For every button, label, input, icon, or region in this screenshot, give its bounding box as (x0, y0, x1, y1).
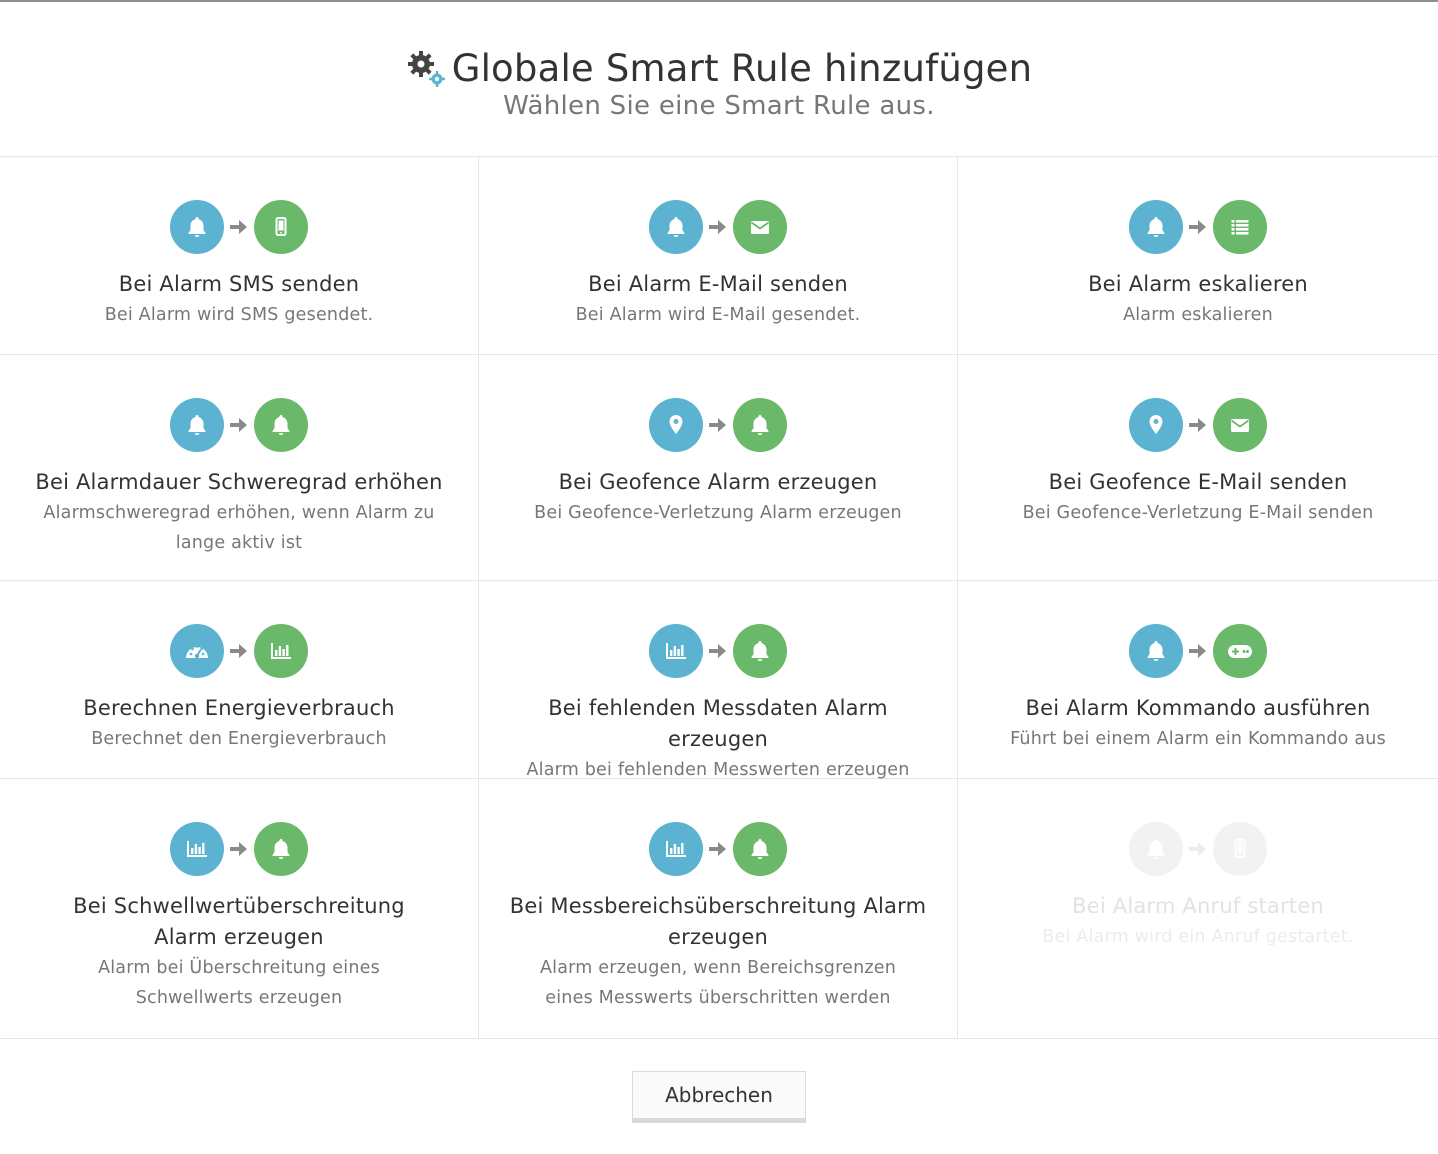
bar-chart-icon (254, 624, 308, 678)
cancel-button[interactable]: Abbrechen (632, 1071, 806, 1123)
map-marker-icon (1129, 398, 1183, 452)
dialog-footer: Abbrechen (0, 1071, 1438, 1123)
rule-row: Bei Alarmdauer Schweregrad erhöhen Alarms… (0, 355, 1438, 581)
rule-description: Alarm eskalieren (1123, 305, 1273, 325)
rule-icons (479, 397, 957, 453)
bell-icon (1129, 624, 1183, 678)
rule-card: Bei Alarm Anruf starten Bei Alarm wird ei… (958, 779, 1438, 1038)
arrow-right-icon (703, 218, 733, 236)
bell-icon (170, 200, 224, 254)
arrow-right-icon (703, 642, 733, 660)
dialog-title-row: Globale Smart Rule hinzufügen (0, 47, 1438, 91)
bell-icon (733, 624, 787, 678)
envelope-icon (1213, 398, 1267, 452)
rule-card[interactable]: Bei Alarm E-Mail senden Bei Alarm wird E-… (479, 157, 958, 354)
rule-icons (0, 397, 478, 453)
rule-card[interactable]: Bei Alarmdauer Schweregrad erhöhen Alarms… (0, 355, 479, 580)
phone-icon (254, 200, 308, 254)
rule-title: Bei Alarm Anruf starten (1072, 894, 1324, 918)
rule-card[interactable]: Bei Alarm eskalieren Alarm eskalieren (958, 157, 1438, 354)
rule-icons (479, 821, 957, 877)
list-icon (1213, 200, 1267, 254)
rule-row: Bei Schwellwertüberschreitung Alarm erze… (0, 779, 1438, 1039)
rule-title: Bei Alarm Kommando ausführen (1025, 696, 1371, 720)
arrow-right-icon (224, 416, 254, 434)
rule-title: Bei Alarm eskalieren (1088, 272, 1308, 296)
rule-icons (958, 623, 1438, 679)
rule-description: Bei Geofence-Verletzung E-Mail senden (1022, 503, 1374, 523)
map-marker-icon (649, 398, 703, 452)
gauge-icon (170, 624, 224, 678)
rule-card[interactable]: Bei Messbereichsüberschreitung Alarm erz… (479, 779, 958, 1038)
arrow-right-icon (224, 840, 254, 858)
bell-icon (1129, 822, 1183, 876)
arrow-right-icon (1183, 218, 1213, 236)
arrow-right-icon (1183, 642, 1213, 660)
bar-chart-icon (649, 624, 703, 678)
rule-title: Berechnen Energieverbrauch (83, 696, 395, 720)
rule-icons (958, 199, 1438, 255)
bell-icon (254, 398, 308, 452)
arrow-right-icon (1183, 840, 1213, 858)
envelope-icon (733, 200, 787, 254)
rule-card[interactable]: Bei Schwellwertüberschreitung Alarm erze… (0, 779, 479, 1038)
arrow-right-icon (703, 416, 733, 434)
rule-title: Bei Geofence E-Mail senden (1048, 470, 1348, 494)
bell-icon (1129, 200, 1183, 254)
rule-title: Bei Schwellwertüberschreitung Alarm erze… (73, 894, 405, 949)
smart-rule-dialog: Globale Smart Rule hinzufügen Wählen Sie… (0, 0, 1438, 1154)
rule-icons (479, 199, 957, 255)
rule-icons (0, 623, 478, 679)
rule-grid: Bei Alarm SMS senden Bei Alarm wird SMS g… (0, 156, 1438, 1039)
bell-icon (170, 398, 224, 452)
dialog-subtitle: Wählen Sie eine Smart Rule aus. (503, 91, 935, 121)
arrow-right-icon (224, 218, 254, 236)
dialog-header: Globale Smart Rule hinzufügen Wählen Sie… (0, 2, 1438, 156)
rule-card[interactable]: Bei Geofence E-Mail senden Bei Geofence-V… (958, 355, 1438, 580)
rule-title: Bei Messbereichsüberschreitung Alarm erz… (509, 894, 927, 949)
rule-row: Berechnen Energieverbrauch Berechnet den … (0, 581, 1438, 780)
bell-icon (733, 822, 787, 876)
rule-description: Alarm bei Überschreitung eines Schwellwe… (98, 958, 380, 1008)
rule-description: Bei Alarm wird SMS gesendet. (104, 305, 374, 325)
rule-icons (958, 821, 1438, 877)
gears-icon (406, 49, 446, 89)
rule-card[interactable]: Bei Alarm Kommando ausführen Führt bei ei… (958, 581, 1438, 778)
arrow-right-icon (703, 840, 733, 858)
gamepad-icon (1213, 624, 1267, 678)
bar-chart-icon (170, 822, 224, 876)
bell-icon (254, 822, 308, 876)
rule-title: Bei Geofence Alarm erzeugen (558, 470, 878, 494)
arrow-right-icon (224, 642, 254, 660)
phone-icon (1213, 822, 1267, 876)
rule-description: Führt bei einem Alarm ein Kommando aus (1010, 729, 1386, 749)
rule-row: Bei Alarm SMS senden Bei Alarm wird SMS g… (0, 157, 1438, 355)
rule-description: Alarmschweregrad erhöhen, wenn Alarm zu … (43, 503, 435, 553)
rule-description: Bei Alarm wird E-Mail gesendet. (575, 305, 861, 325)
rule-card[interactable]: Bei fehlenden Messdaten Alarm erzeugen Al… (479, 581, 958, 780)
rule-icons (0, 199, 478, 255)
bell-icon (649, 200, 703, 254)
arrow-right-icon (1183, 416, 1213, 434)
rule-icons (958, 397, 1438, 453)
rule-title: Bei Alarm SMS senden (118, 272, 360, 296)
rule-title: Bei Alarm E-Mail senden (588, 272, 848, 296)
rule-icons (479, 623, 957, 679)
rule-description: Berechnet den Energieverbrauch (91, 729, 387, 749)
rule-description: Bei Alarm wird ein Anruf gestartet. (1042, 927, 1354, 947)
rule-card[interactable]: Bei Geofence Alarm erzeugen Bei Geofence-… (479, 355, 958, 580)
bell-icon (733, 398, 787, 452)
rule-title: Bei Alarmdauer Schweregrad erhöhen (35, 470, 443, 494)
rule-icons (0, 821, 478, 877)
bar-chart-icon (649, 822, 703, 876)
rule-title: Bei fehlenden Messdaten Alarm erzeugen (548, 696, 888, 751)
rule-card[interactable]: Berechnen Energieverbrauch Berechnet den … (0, 581, 479, 778)
rule-description: Alarm erzeugen, wenn Bereichsgrenzen ein… (539, 958, 897, 1008)
rule-description: Bei Geofence-Verletzung Alarm erzeugen (534, 503, 902, 523)
dialog-title: Globale Smart Rule hinzufügen (451, 47, 1033, 90)
rule-card[interactable]: Bei Alarm SMS senden Bei Alarm wird SMS g… (0, 157, 479, 354)
